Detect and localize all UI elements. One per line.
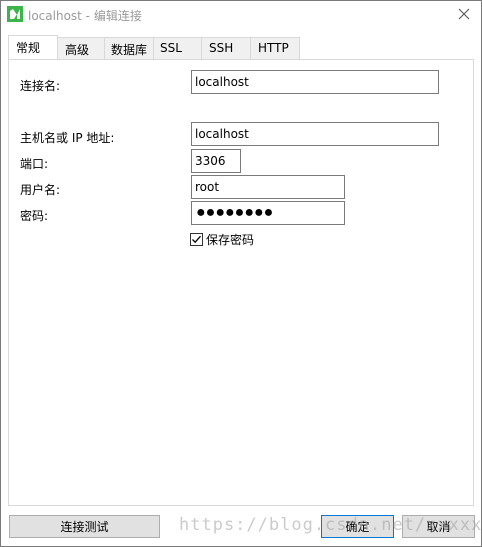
port-input[interactable]: [191, 149, 241, 173]
tab-http[interactable]: HTTP: [250, 37, 300, 59]
connection-name-label: 连接名:: [20, 79, 61, 93]
tab-ssh[interactable]: SSH: [201, 37, 251, 59]
close-button[interactable]: [453, 4, 475, 24]
password-label: 密码:: [20, 209, 49, 223]
username-input[interactable]: [191, 175, 345, 199]
close-icon: [458, 8, 470, 20]
edit-connection-dialog: localhost - 编辑连接 常规 高级 数据库 SSL SSH HTTP …: [0, 0, 482, 547]
host-label: 主机名或 IP 地址:: [20, 131, 115, 145]
password-mask: ●●●●●●●●: [196, 204, 274, 221]
tab-ssl[interactable]: SSL: [153, 37, 202, 59]
test-connection-button[interactable]: 连接测试: [9, 515, 160, 538]
tab-advanced[interactable]: 高级: [57, 37, 105, 59]
cancel-button[interactable]: 取消: [402, 515, 475, 538]
tab-bar: 常规 高级 数据库 SSL SSH HTTP: [8, 35, 300, 59]
tab-database[interactable]: 数据库: [104, 37, 154, 59]
port-label: 端口:: [20, 157, 49, 171]
save-password-label: 保存密码: [206, 233, 255, 247]
ok-button[interactable]: 确定: [321, 515, 394, 538]
title-bar[interactable]: localhost - 编辑连接: [1, 1, 481, 28]
save-password-checkbox[interactable]: [190, 233, 203, 246]
check-icon: [192, 235, 201, 244]
password-input[interactable]: ●●●●●●●●: [191, 201, 345, 225]
window-title: localhost - 编辑连接: [28, 9, 142, 23]
navicat-app-icon: [7, 6, 23, 22]
host-input[interactable]: [191, 122, 439, 146]
username-label: 用户名:: [20, 183, 61, 197]
tab-general[interactable]: 常规: [8, 35, 58, 59]
connection-name-input[interactable]: [191, 70, 439, 94]
save-password-checkbox-row[interactable]: 保存密码: [190, 231, 254, 248]
